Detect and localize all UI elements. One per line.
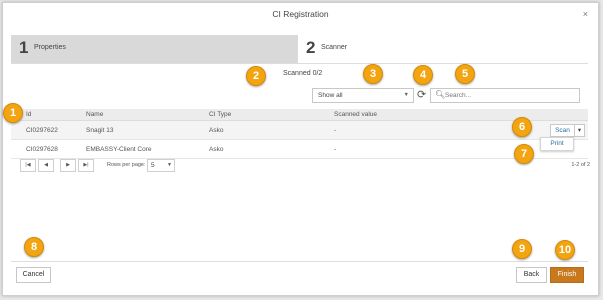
rows-per-page-label: Rows per page: <box>107 162 146 168</box>
ci-table: Id Name CI Type Scanned value CI0297622 … <box>11 109 588 159</box>
search-box[interactable]: 🔍︎ <box>430 88 580 103</box>
cell-scanned-value: - <box>334 146 337 153</box>
scanned-status: Scanned 0/2 <box>283 70 323 77</box>
rows-per-page-value: 5 <box>151 162 155 169</box>
filter-selected-value: Show all <box>318 92 343 99</box>
rows-per-page-select[interactable]: 5 ▼ <box>147 159 175 172</box>
cell-id: CI0297628 <box>26 146 58 153</box>
table-row[interactable]: CI0297622 Snagit 13 Asko - Scan ▾ <box>11 121 588 140</box>
page-range: 1-2 of 2 <box>571 162 590 168</box>
cell-name: EMBASSY-Client Core <box>86 146 152 153</box>
column-header-name[interactable]: Name <box>86 109 103 121</box>
wizard-steps: 1 Properties 2 Scanner <box>11 35 588 63</box>
cell-scanned-value: - <box>334 127 337 134</box>
step-scanner[interactable]: 2 Scanner <box>298 35 588 63</box>
step-number: 2 <box>306 38 316 57</box>
divider <box>11 63 588 64</box>
callout-badge: 1 <box>3 103 23 123</box>
callout-badge: 6 <box>512 117 532 137</box>
search-icon: 🔍︎ <box>435 90 446 99</box>
cancel-button[interactable]: Cancel <box>16 267 51 283</box>
close-icon[interactable]: × <box>583 3 588 25</box>
chevron-down-icon: ▼ <box>167 162 172 168</box>
table-row[interactable]: CI0297628 EMBASSY-Client Core Asko - <box>11 140 588 159</box>
callout-badge: 3 <box>363 64 383 84</box>
finish-button[interactable]: Finish <box>550 267 584 283</box>
callout-badge: 7 <box>514 144 534 164</box>
callout-badge: 9 <box>512 239 532 259</box>
step-number: 1 <box>19 38 29 57</box>
step-label: Properties <box>34 44 66 51</box>
refresh-icon[interactable]: ⟳ <box>417 89 428 102</box>
callout-badge: 5 <box>455 64 475 84</box>
cell-ci-type: Asko <box>209 146 224 153</box>
back-button[interactable]: Back <box>516 267 547 283</box>
cell-id: CI0297622 <box>26 127 58 134</box>
callout-badge: 10 <box>555 240 575 260</box>
column-header-scanned-value[interactable]: Scanned value <box>334 109 377 121</box>
cell-name: Snagit 13 <box>86 127 114 134</box>
cell-ci-type: Asko <box>209 127 224 134</box>
callout-badge: 4 <box>413 65 433 85</box>
last-page-icon[interactable]: ▶| <box>78 159 94 172</box>
step-properties[interactable]: 1 Properties <box>11 35 298 63</box>
column-header-id[interactable]: Id <box>26 109 31 121</box>
divider <box>11 261 588 262</box>
callout-badge: 2 <box>246 66 266 86</box>
search-input[interactable] <box>445 90 575 101</box>
chevron-down-icon: ▼ <box>403 92 409 98</box>
print-menu-item[interactable]: Print <box>540 137 574 151</box>
next-page-icon[interactable]: ▶ <box>60 159 76 172</box>
scan-button[interactable]: Scan <box>550 124 575 137</box>
previous-page-icon[interactable]: ◀ <box>38 159 54 172</box>
dialog-title: CI Registration <box>272 9 329 19</box>
column-header-ci-type[interactable]: CI Type <box>209 109 231 121</box>
callout-badge: 8 <box>24 237 44 257</box>
chevron-down-icon[interactable]: ▾ <box>574 124 585 137</box>
filter-select[interactable]: Show all ▼ <box>312 88 414 103</box>
step-label: Scanner <box>321 44 348 51</box>
first-page-icon[interactable]: |◀ <box>20 159 36 172</box>
table-header: Id Name CI Type Scanned value <box>11 109 588 121</box>
